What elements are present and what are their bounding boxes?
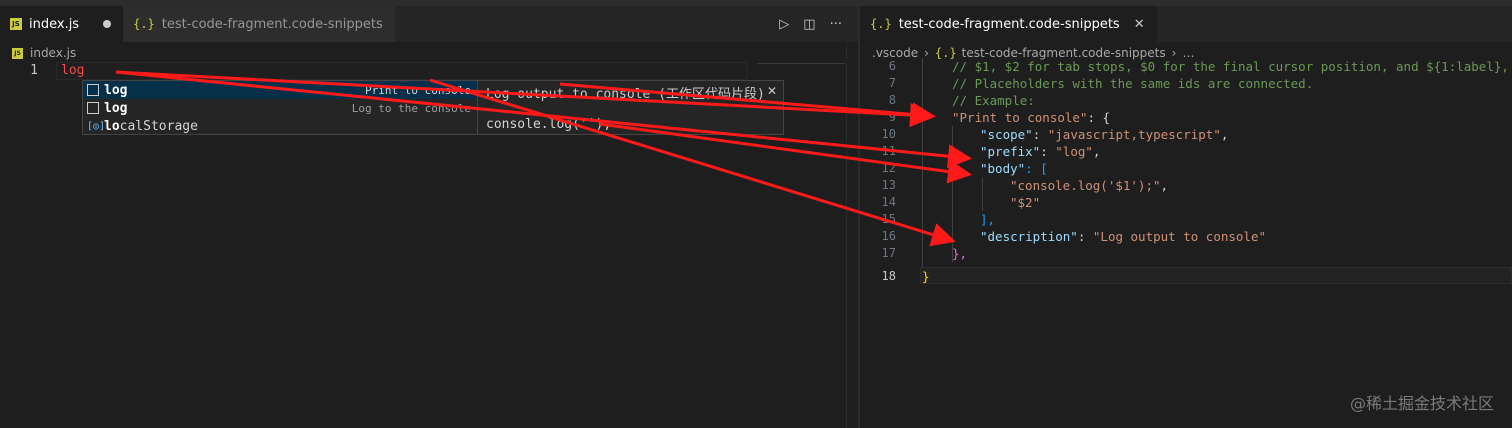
code-text: "console.log('$1');", [1010, 178, 1169, 193]
unsaved-dot-icon[interactable] [103, 20, 112, 28]
comment: // Placeholders with the same ids are co… [952, 76, 1314, 91]
code-text: ], [980, 212, 996, 227]
code-text: "body": [ [980, 161, 1048, 176]
breadcrumb-file[interactable]: index.js [30, 46, 76, 60]
line-number: 1 [30, 63, 38, 78]
tab-label: test-code-fragment.code-snippets [898, 16, 1120, 32]
line-number: 8 [888, 93, 896, 107]
code-line: 16 "description": "Log output to console… [860, 228, 1512, 245]
code-line: 6 // $1, $2 for tab stops, $0 for the fi… [860, 58, 1512, 75]
close-icon[interactable]: ✕ [1134, 17, 1145, 32]
suggest-label: log [104, 100, 128, 116]
code-line: 15 ], [860, 211, 1512, 228]
json-braces-icon: {.} [870, 17, 892, 31]
suggest-item[interactable]: [◎] localStorage [83, 117, 477, 135]
code-line: 7 // Placeholders with the same ids are … [860, 75, 1512, 92]
line-number: 13 [881, 178, 896, 192]
code-line: 11 "prefix": "log", [860, 143, 1512, 160]
suggest-detail: Print to console [365, 83, 471, 97]
tab-label: index.js [29, 16, 80, 32]
more-actions-icon[interactable]: ··· [830, 17, 842, 32]
close-icon[interactable]: ✕ [767, 84, 777, 98]
javascript-file-icon: JS [12, 47, 23, 59]
suggest-detail: Log to the console [351, 101, 471, 115]
line-number: 17 [881, 246, 896, 260]
code-line: 18 } [860, 268, 1512, 285]
run-icon[interactable]: ▷ [779, 17, 789, 32]
snippet-preview: console.log(''); [486, 117, 612, 132]
code-text: }, [952, 246, 968, 261]
right-editor[interactable]: 6 // $1, $2 for tab stops, $0 for the fi… [860, 58, 1512, 428]
typed-text: log [61, 63, 85, 78]
code-line: 17 }, [860, 245, 1512, 262]
line-number: 16 [881, 229, 896, 243]
suggest-label: localStorage [104, 118, 198, 134]
json-braces-icon: {.} [133, 17, 155, 31]
line-number: 11 [881, 144, 896, 158]
variable-icon: [◎] [87, 120, 106, 132]
line-number: 15 [881, 212, 896, 226]
snippet-icon [87, 102, 99, 114]
tab-code-snippets[interactable]: {.} test-code-fragment.code-snippets [123, 6, 395, 42]
code-text: "$2" [1010, 195, 1041, 210]
tab-label: test-code-fragment.code-snippets [161, 16, 383, 32]
current-line-highlight [56, 62, 748, 80]
minimap-slider[interactable] [757, 63, 845, 64]
comment: // Example: [952, 93, 1035, 108]
code-text: } [922, 269, 930, 284]
suggest-list: log Print to console log Log to the cons… [83, 81, 477, 134]
split-editor-icon[interactable]: ◫ [803, 17, 815, 32]
code-line: 8 // Example: [860, 92, 1512, 109]
watermark: @稀土掘金技术社区 [1349, 394, 1494, 413]
code-text: "prefix": "log", [980, 144, 1101, 159]
line-number: 9 [888, 110, 896, 124]
suggest-label: log [104, 82, 128, 98]
line-number: 6 [888, 59, 896, 73]
line-number: 12 [881, 161, 896, 175]
vertical-scrollbar[interactable] [846, 42, 858, 428]
code-line: 14 "$2" [860, 194, 1512, 211]
code-line: 13 "console.log('$1');", [860, 177, 1512, 194]
suggest-details-panel: Log output to console (工作区代码片段) ✕ consol… [477, 81, 783, 134]
left-tab-bar: JS index.js {.} test-code-fragment.code-… [0, 6, 858, 42]
line-number: 7 [888, 76, 896, 90]
javascript-file-icon: JS [10, 18, 22, 30]
editor-actions: ▷ ◫ ··· [779, 6, 842, 42]
breadcrumb-left: JS index.js [12, 43, 76, 63]
comment: // $1, $2 for tab stops, $0 for the fina… [952, 59, 1512, 74]
right-tab-bar: {.} test-code-fragment.code-snippets ✕ [860, 6, 1512, 42]
line-number: 14 [881, 195, 896, 209]
line-number: 18 [881, 269, 896, 283]
snippet-description: Log output to console (工作区代码片段) [486, 87, 765, 102]
code-text: "description": "Log output to console" [980, 229, 1266, 244]
suggest-item[interactable]: log Print to console [83, 81, 477, 99]
tab-index-js[interactable]: JS index.js [0, 6, 124, 42]
code-text: "Print to console": { [952, 110, 1111, 125]
code-text: "scope": "javascript,typescript", [980, 127, 1229, 142]
code-line: 12 "body": [ [860, 160, 1512, 177]
snippet-icon [87, 84, 99, 96]
suggest-item[interactable]: log Log to the console [83, 99, 477, 117]
line-number: 10 [881, 127, 896, 141]
code-line: 10 "scope": "javascript,typescript", [860, 126, 1512, 143]
code-line: 9 "Print to console": { [860, 109, 1512, 126]
suggest-widget: log Print to console log Log to the cons… [82, 80, 784, 135]
tab-code-snippets-right[interactable]: {.} test-code-fragment.code-snippets ✕ [860, 6, 1157, 42]
